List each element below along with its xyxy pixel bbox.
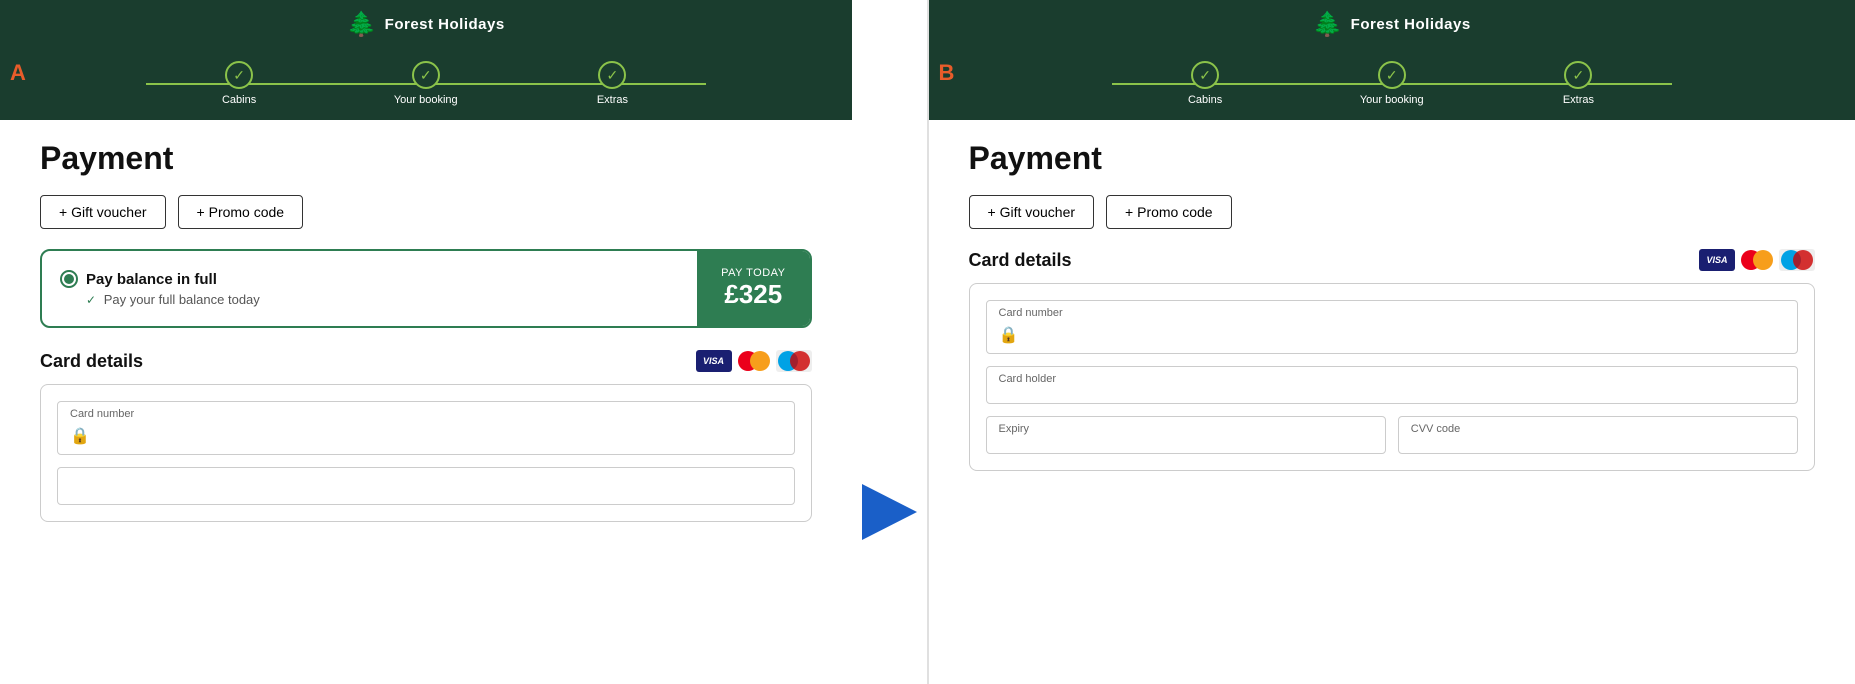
progress-track-b: ✓ Cabins ✓ Your booking ✓ Extras: [1112, 61, 1672, 106]
step-circle-booking-b: ✓: [1378, 61, 1406, 89]
option-sub-a: ✓ Pay your full balance today: [60, 292, 679, 307]
card-details-title-a: Card details: [40, 351, 143, 372]
lock-icon-a: 🔒: [70, 426, 782, 446]
cvv-field-b[interactable]: CVV code: [1398, 416, 1798, 454]
content-b: Payment + Gift voucher + Promo code Card…: [929, 120, 1855, 684]
pay-option-a[interactable]: Pay balance in full ✓ Pay your full bala…: [40, 249, 812, 328]
card-holder-placeholder-b: [999, 377, 1786, 395]
gift-voucher-btn-a[interactable]: + Gift voucher: [40, 195, 166, 229]
cvv-placeholder-b: [1411, 427, 1785, 445]
panel-b-content: 🌲 Forest Holidays ✓ Cabins ✓ Your bookin…: [929, 0, 1855, 684]
panel-b-label: B: [939, 60, 955, 86]
step-label-cabins-a: Cabins: [222, 94, 256, 106]
step-label-booking-a: Your booking: [394, 94, 458, 106]
card-details-header-b: Card details VISA: [969, 249, 1816, 271]
mc-right-b: [1753, 250, 1773, 270]
step-booking-a: ✓ Your booking: [332, 61, 519, 106]
card-icons-a: VISA: [696, 350, 812, 372]
step-circle-cabins-b: ✓: [1191, 61, 1219, 89]
lock-icon-b: 🔒: [999, 325, 1786, 345]
arrow-wrapper-a: [852, 340, 927, 684]
card-number-field-b[interactable]: Card number 🔒: [986, 300, 1799, 354]
voucher-row-b: + Gift voucher + Promo code: [969, 195, 1816, 229]
panel-a: A 🌲 Forest Holidays ✓ Cabins ✓ Your book…: [0, 0, 927, 684]
logo-text-a: Forest Holidays: [385, 16, 505, 33]
step-circle-cabins-a: ✓: [225, 61, 253, 89]
cvv-label-b: CVV code: [1411, 423, 1461, 435]
card-form-a: Card number 🔒: [40, 384, 812, 522]
card-form-b: Card number 🔒 Card holder Expiry CVV cod…: [969, 283, 1816, 471]
pay-today-label-a: PAY TODAY: [721, 267, 785, 279]
promo-code-btn-a[interactable]: + Promo code: [178, 195, 304, 229]
mc-right-a: [750, 351, 770, 371]
step-extras-b: ✓ Extras: [1485, 61, 1672, 106]
tree-icon-b: 🌲: [1313, 10, 1343, 39]
panel-b: B 🌲 Forest Holidays ✓ Cabins ✓ Your book…: [929, 0, 1855, 684]
voucher-row-a: + Gift voucher + Promo code: [40, 195, 812, 229]
visa-icon-b: VISA: [1699, 249, 1735, 271]
progress-track-a: ✓ Cabins ✓ Your booking ✓ Extras: [146, 61, 706, 106]
maestro-icon-a: [776, 350, 812, 372]
radio-inner-a: [64, 274, 74, 284]
arrow-icon-a: [862, 484, 917, 540]
mastercard-icon-b: [1739, 249, 1775, 271]
expiry-placeholder-b: [999, 427, 1373, 445]
logo-b: 🌲 Forest Holidays: [1313, 10, 1471, 39]
expiry-cvv-row-b: Expiry CVV code: [986, 416, 1799, 454]
pay-today-amount-a: £325: [724, 279, 782, 310]
card-details-title-b: Card details: [969, 250, 1072, 271]
maestro-right-a: [790, 351, 810, 371]
card-icons-b: VISA: [1699, 249, 1815, 271]
option-title-row-a: Pay balance in full: [60, 270, 679, 288]
step-label-extras-a: Extras: [597, 94, 628, 106]
step-circle-extras-b: ✓: [1564, 61, 1592, 89]
promo-code-btn-b[interactable]: + Promo code: [1106, 195, 1232, 229]
step-label-cabins-b: Cabins: [1188, 94, 1222, 106]
step-label-booking-b: Your booking: [1360, 94, 1424, 106]
card-number-label-a: Card number: [70, 408, 134, 420]
card-holder-label-b: Card holder: [999, 373, 1056, 385]
card-number-label-b: Card number: [999, 307, 1063, 319]
maestro-right-b: [1793, 250, 1813, 270]
card-holder-field-b[interactable]: Card holder: [986, 366, 1799, 404]
expiry-field-b[interactable]: Expiry: [986, 416, 1386, 454]
header-b: 🌲 Forest Holidays ✓ Cabins ✓ Your bookin…: [929, 0, 1855, 120]
gift-voucher-btn-b[interactable]: + Gift voucher: [969, 195, 1095, 229]
step-cabins-b: ✓ Cabins: [1112, 61, 1299, 106]
option-right-a: PAY TODAY £325: [697, 251, 809, 326]
content-a: Payment + Gift voucher + Promo code Pay …: [0, 120, 852, 684]
option-left-a: Pay balance in full ✓ Pay your full bala…: [42, 251, 697, 326]
progress-bar-b: ✓ Cabins ✓ Your booking ✓ Extras: [929, 51, 1855, 120]
maestro-icon-b: [1779, 249, 1815, 271]
card-holder-field-a[interactable]: [57, 467, 795, 505]
step-label-extras-b: Extras: [1563, 94, 1594, 106]
logo-text-b: Forest Holidays: [1351, 16, 1471, 33]
logo-a: 🌲 Forest Holidays: [347, 10, 505, 39]
step-cabins-a: ✓ Cabins: [146, 61, 333, 106]
panel-a-label: A: [10, 60, 26, 86]
panel-a-content: 🌲 Forest Holidays ✓ Cabins ✓ Your bookin…: [0, 0, 852, 684]
step-circle-booking-a: ✓: [412, 61, 440, 89]
header-a: 🌲 Forest Holidays ✓ Cabins ✓ Your bookin…: [0, 0, 852, 120]
expiry-label-b: Expiry: [999, 423, 1030, 435]
mastercard-icon-a: [736, 350, 772, 372]
option-subtitle-a: Pay your full balance today: [104, 292, 260, 307]
step-circle-extras-a: ✓: [598, 61, 626, 89]
checkmark-icon-a: ✓: [86, 293, 96, 307]
payment-title-a: Payment: [40, 140, 812, 177]
option-title-a-text: Pay balance in full: [86, 271, 217, 288]
step-booking-b: ✓ Your booking: [1298, 61, 1485, 106]
visa-icon-a: VISA: [696, 350, 732, 372]
radio-icon-a: [60, 270, 78, 288]
progress-bar-a: ✓ Cabins ✓ Your booking ✓ Extras: [0, 51, 852, 120]
payment-title-b: Payment: [969, 140, 1816, 177]
step-extras-a: ✓ Extras: [519, 61, 706, 106]
card-details-header-a: Card details VISA: [40, 350, 812, 372]
card-number-field-a[interactable]: Card number 🔒: [57, 401, 795, 455]
card-holder-placeholder-a: [70, 478, 782, 496]
tree-icon-a: 🌲: [347, 10, 377, 39]
